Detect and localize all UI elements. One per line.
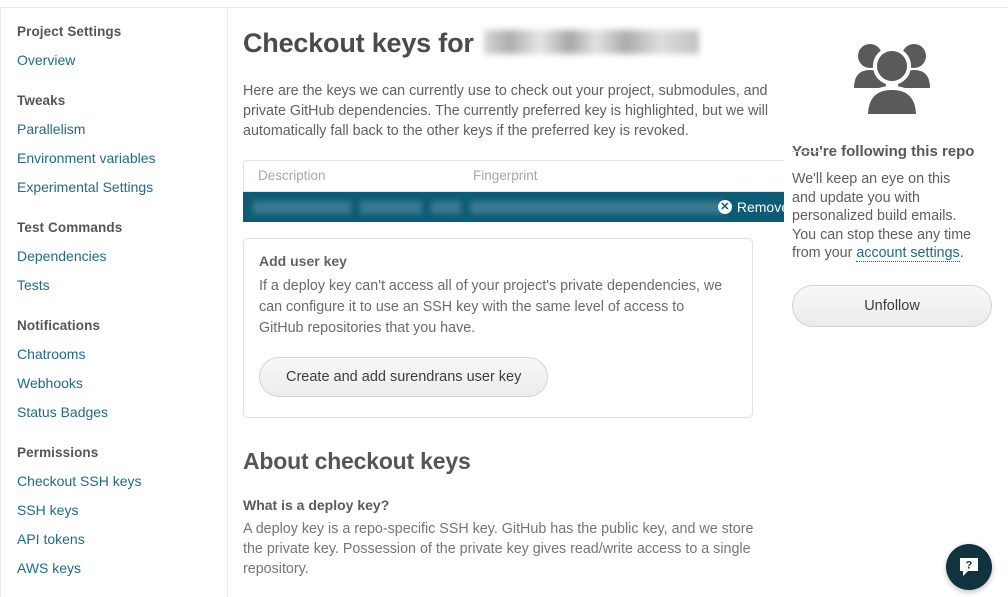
sidebar-item-status-badges[interactable]: Status Badges xyxy=(1,398,227,427)
svg-text:?: ? xyxy=(966,560,973,572)
page-root: Project Settings Overview Tweaks Paralle… xyxy=(0,0,1008,597)
key-fingerprint-redacted xyxy=(470,200,725,214)
follow-panel-title: You're following this repo xyxy=(792,143,975,160)
sidebar-group-project-settings: Project Settings Overview xyxy=(1,20,227,75)
follow-repo-panel: You're following this repo We'll keep an… xyxy=(784,8,1008,597)
sidebar-group-tweaks: Tweaks Parallelism Environment variables… xyxy=(1,89,227,202)
sidebar-heading-project-settings: Project Settings xyxy=(17,24,122,39)
sidebar-group-notifications: Notifications Chatrooms Webhooks Status … xyxy=(1,314,227,427)
sidebar-item-checkout-ssh-keys[interactable]: Checkout SSH keys xyxy=(1,467,227,496)
help-chat-button[interactable]: ? xyxy=(946,544,992,590)
about-answer-deploy-key: A deploy key is a repo-specific SSH key.… xyxy=(243,521,754,577)
sidebar-heading-notifications: Notifications xyxy=(17,318,101,333)
sidebar-group-permissions: Permissions Checkout SSH keys SSH keys A… xyxy=(1,441,227,583)
follow-panel-body-suffix: . xyxy=(959,245,964,262)
key-description-redacted xyxy=(253,200,351,214)
intro-paragraph: Here are the keys we can currently use t… xyxy=(243,83,769,139)
sidebar-item-api-tokens[interactable]: API tokens xyxy=(1,525,227,554)
sidebar-item-tests[interactable]: Tests xyxy=(1,271,227,300)
page-title-repo-redacted xyxy=(483,30,699,54)
sidebar-item-chatrooms[interactable]: Chatrooms xyxy=(1,340,227,369)
page-title-prefix: Checkout keys for xyxy=(243,28,474,58)
account-settings-link[interactable]: account settings xyxy=(856,245,960,263)
key-description-redacted-3 xyxy=(431,200,461,214)
sidebar-item-webhooks[interactable]: Webhooks xyxy=(1,369,227,398)
sidebar-item-ssh-keys[interactable]: SSH keys xyxy=(1,496,227,525)
sidebar-item-overview[interactable]: Overview xyxy=(1,46,227,75)
checkout-keys-table: Description Fingerprint xyxy=(243,160,795,192)
close-icon: ✕ xyxy=(717,200,732,214)
key-description-redacted-2 xyxy=(360,200,422,214)
sidebar-heading-test-commands: Test Commands xyxy=(17,220,123,235)
add-user-key-card: Add user key If a deploy key can't acces… xyxy=(243,238,753,418)
follow-panel-body: We'll keep an eye on this and update you… xyxy=(792,170,972,263)
add-user-key-title: Add user key xyxy=(259,253,347,269)
sidebar-item-experimental-settings[interactable]: Experimental Settings xyxy=(1,173,227,202)
sidebar-item-environment-variables[interactable]: Environment variables xyxy=(1,144,227,173)
sidebar-heading-tweaks: Tweaks xyxy=(17,93,66,108)
table-header-row: Description Fingerprint xyxy=(244,161,794,191)
panel-divider xyxy=(792,151,822,152)
table-row[interactable]: ✕ Remove xyxy=(243,192,795,222)
column-header-description: Description xyxy=(258,168,326,183)
sidebar-item-parallelism[interactable]: Parallelism xyxy=(1,115,227,144)
sidebar-heading-permissions: Permissions xyxy=(17,445,99,460)
remove-key-label: Remove xyxy=(736,199,789,215)
remove-key-button[interactable]: ✕ Remove xyxy=(717,192,789,222)
add-user-key-body: If a deploy key can't access all of your… xyxy=(259,278,723,336)
create-and-add-user-key-button[interactable]: Create and add surendrans user key xyxy=(259,357,549,397)
people-group-icon xyxy=(792,38,992,121)
sidebar-item-dependencies[interactable]: Dependencies xyxy=(1,242,227,271)
sidebar-item-aws-keys[interactable]: AWS keys xyxy=(1,554,227,583)
unfollow-button[interactable]: Unfollow xyxy=(792,284,992,327)
settings-sidebar: Project Settings Overview Tweaks Paralle… xyxy=(0,8,228,597)
help-chat-icon: ? xyxy=(960,558,978,576)
column-header-fingerprint: Fingerprint xyxy=(473,168,538,183)
sidebar-group-test-commands: Test Commands Dependencies Tests xyxy=(1,216,227,300)
